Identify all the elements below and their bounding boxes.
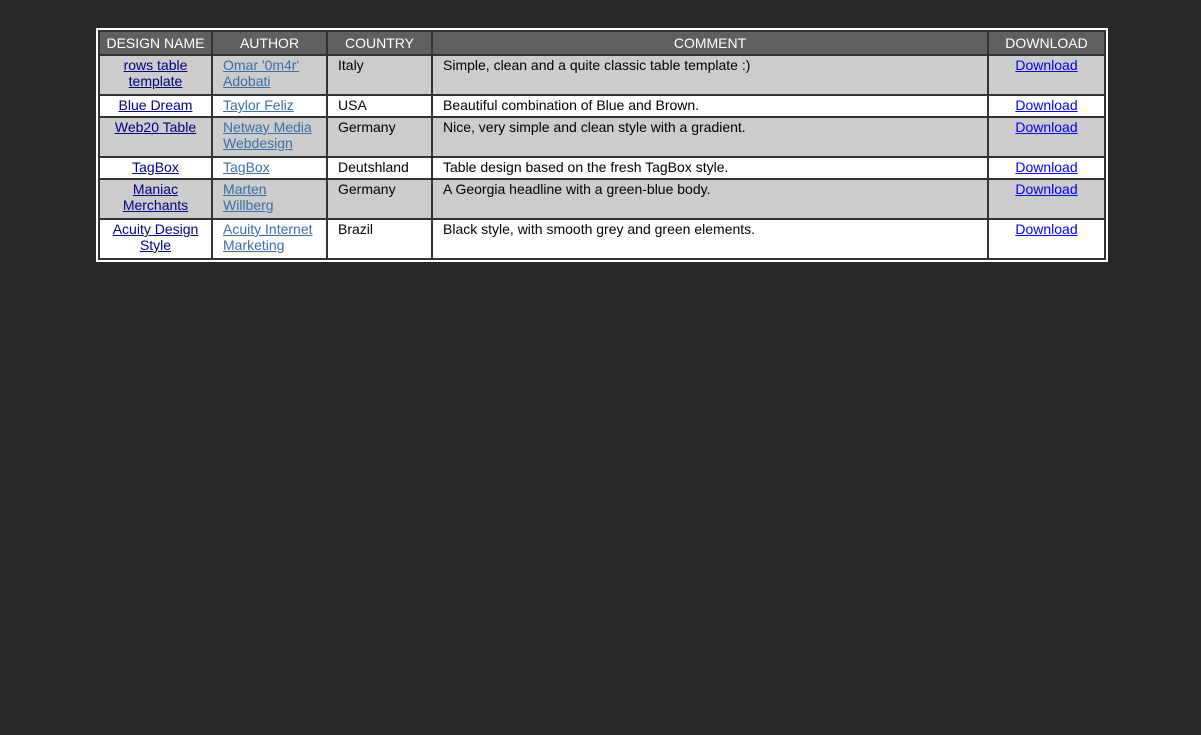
comment-cell: Black style, with smooth grey and green …	[431, 217, 989, 261]
country-cell: Italy	[326, 53, 433, 97]
download-link[interactable]: Download	[1015, 221, 1077, 237]
design-name-cell: rows table template	[98, 53, 213, 97]
download-link[interactable]: Download	[1015, 57, 1077, 73]
table-row: Maniac Merchants Marten Willberg Germany…	[98, 177, 1106, 220]
author-cell: Acuity Internet Marketing	[211, 217, 328, 261]
header-download: DOWNLOAD	[987, 30, 1106, 56]
author-link[interactable]: TagBox	[223, 159, 270, 175]
author-cell: Marten Willberg	[211, 177, 328, 220]
design-name-cell: Web20 Table	[98, 115, 213, 158]
author-link[interactable]: Acuity Internet Marketing	[223, 221, 313, 253]
header-row: DESIGN NAME AUTHOR COUNTRY COMMENT DOWNL…	[98, 30, 1106, 56]
download-cell: Download	[987, 177, 1106, 220]
header-country: COUNTRY	[326, 30, 433, 56]
country-cell: Deutshland	[326, 155, 433, 180]
table-row: Acuity Design Style Acuity Internet Mark…	[98, 217, 1106, 261]
comment-cell: Beautiful combination of Blue and Brown.	[431, 94, 989, 118]
download-cell: Download	[987, 53, 1106, 97]
download-cell: Download	[987, 155, 1106, 180]
design-name-cell: Maniac Merchants	[98, 177, 213, 220]
design-name-cell: Blue Dream	[98, 94, 213, 118]
author-link[interactable]: Marten Willberg	[223, 181, 274, 213]
country-cell: Germany	[326, 115, 433, 158]
design-name-cell: Acuity Design Style	[98, 217, 213, 261]
table-row: rows table template Omar '0m4r' Adobati …	[98, 53, 1106, 97]
design-name-link[interactable]: Acuity Design Style	[113, 221, 199, 253]
header-comment: COMMENT	[431, 30, 989, 56]
comment-cell: Simple, clean and a quite classic table …	[431, 53, 989, 97]
design-name-link[interactable]: Maniac Merchants	[123, 181, 188, 213]
header-design-name: DESIGN NAME	[98, 30, 213, 56]
author-cell: Taylor Feliz	[211, 94, 328, 118]
author-cell: Omar '0m4r' Adobati	[211, 53, 328, 97]
design-name-link[interactable]: Blue Dream	[119, 97, 193, 113]
design-name-cell: TagBox	[98, 155, 213, 180]
design-name-link[interactable]: rows table template	[124, 57, 188, 89]
download-link[interactable]: Download	[1015, 159, 1077, 175]
comment-cell: Table design based on the fresh TagBox s…	[431, 155, 989, 180]
country-cell: Germany	[326, 177, 433, 220]
download-cell: Download	[987, 115, 1106, 158]
table-frame: DESIGN NAME AUTHOR COUNTRY COMMENT DOWNL…	[96, 28, 1108, 262]
table-row: TagBox TagBox Deutshland Table design ba…	[98, 155, 1106, 180]
download-cell: Download	[987, 217, 1106, 261]
author-cell: TagBox	[211, 155, 328, 180]
comment-cell: Nice, very simple and clean style with a…	[431, 115, 989, 158]
design-name-link[interactable]: Web20 Table	[115, 119, 196, 135]
author-link[interactable]: Omar '0m4r' Adobati	[223, 57, 299, 89]
author-cell: Netway Media Webdesign	[211, 115, 328, 158]
header-author: AUTHOR	[211, 30, 328, 56]
table-row: Blue Dream Taylor Feliz USA Beautiful co…	[98, 94, 1106, 118]
design-name-link[interactable]: TagBox	[132, 159, 179, 175]
author-link[interactable]: Taylor Feliz	[223, 97, 294, 113]
comment-cell: A Georgia headline with a green-blue bod…	[431, 177, 989, 220]
download-link[interactable]: Download	[1015, 181, 1077, 197]
download-link[interactable]: Download	[1015, 97, 1077, 113]
author-link[interactable]: Netway Media Webdesign	[223, 119, 312, 151]
country-cell: USA	[326, 94, 433, 118]
download-cell: Download	[987, 94, 1106, 118]
country-cell: Brazil	[326, 217, 433, 261]
table-row: Web20 Table Netway Media Webdesign Germa…	[98, 115, 1106, 158]
design-table: DESIGN NAME AUTHOR COUNTRY COMMENT DOWNL…	[98, 30, 1106, 261]
download-link[interactable]: Download	[1015, 119, 1077, 135]
